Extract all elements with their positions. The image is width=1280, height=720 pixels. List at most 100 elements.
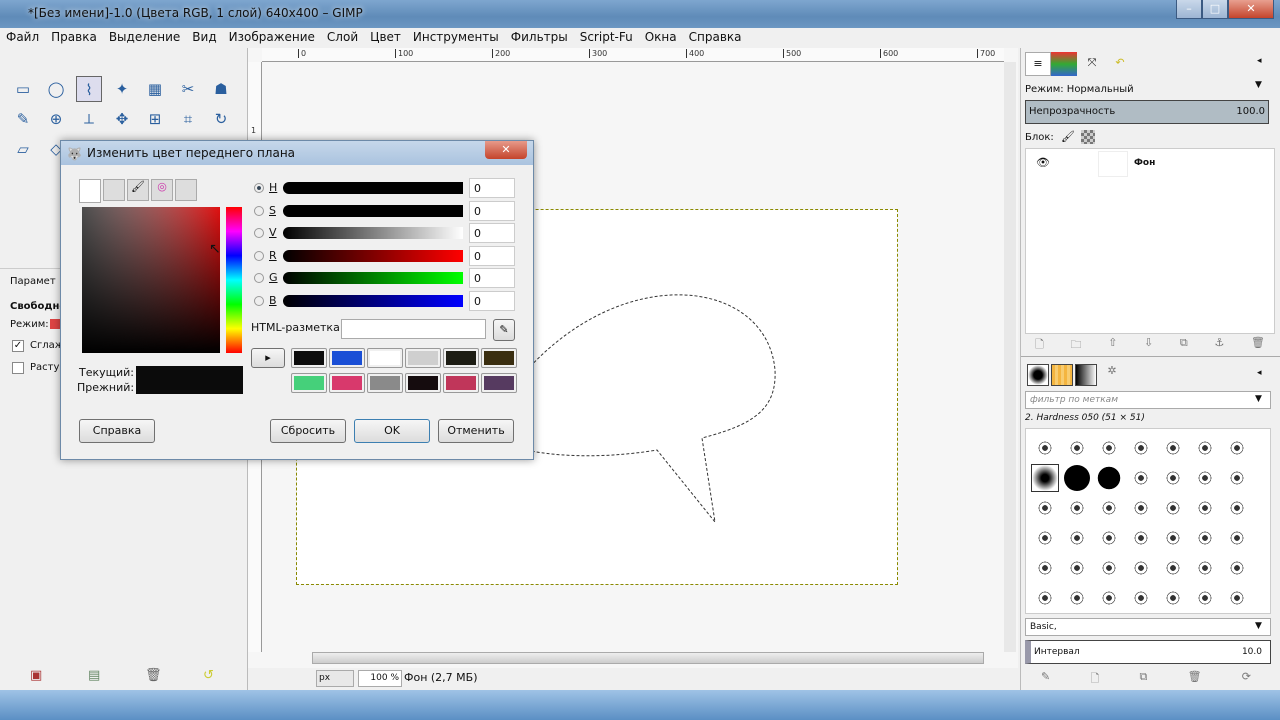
- horizontal-scrollbar[interactable]: [312, 652, 984, 664]
- delete-layer-icon[interactable]: 🗑: [1251, 336, 1265, 355]
- brush-item[interactable]: [1160, 435, 1186, 461]
- brush-item[interactable]: [1192, 555, 1218, 581]
- dialog-close-button[interactable]: ✕: [485, 141, 527, 159]
- move-tool-icon[interactable]: ✥: [109, 106, 135, 132]
- raise-layer-icon[interactable]: ⇧: [1108, 336, 1117, 355]
- zoom-select[interactable]: 100 %: [358, 670, 402, 687]
- reset-button[interactable]: Сбросить: [270, 419, 346, 443]
- brush-item[interactable]: [1064, 585, 1090, 611]
- brush-item[interactable]: [1096, 435, 1122, 461]
- delete-options-icon[interactable]: 🗑: [145, 668, 162, 683]
- channel-radio-s[interactable]: [254, 205, 264, 216]
- brush-item[interactable]: [1032, 495, 1058, 521]
- brush-preset-select[interactable]: Basic,: [1025, 618, 1271, 636]
- menu-help[interactable]: Справка: [683, 28, 748, 44]
- menu-select[interactable]: Выделение: [103, 28, 186, 44]
- color-history-swatch[interactable]: [405, 348, 441, 368]
- mode-dropdown-icon[interactable]: ▼: [1255, 80, 1262, 90]
- menu-image[interactable]: Изображение: [223, 28, 321, 44]
- brush-item[interactable]: [1192, 495, 1218, 521]
- close-button[interactable]: ✕: [1228, 0, 1274, 19]
- tag-filter-dropdown-icon[interactable]: ▼: [1255, 394, 1262, 404]
- eye-icon[interactable]: 👁: [1036, 156, 1050, 169]
- brush-item[interactable]: [1160, 525, 1186, 551]
- brush-item[interactable]: [1096, 465, 1122, 491]
- color-picker-tool-icon[interactable]: ✎: [10, 106, 36, 132]
- channel-radio-v[interactable]: [254, 228, 264, 238]
- channel-value-b[interactable]: 0: [469, 290, 515, 311]
- tab-brushes[interactable]: [1027, 364, 1049, 386]
- brush-item[interactable]: [1032, 525, 1058, 551]
- color-history-swatch[interactable]: [367, 348, 403, 368]
- brush-item[interactable]: [1224, 585, 1250, 611]
- menu-colors[interactable]: Цвет: [364, 28, 407, 44]
- channel-value-h[interactable]: 0: [469, 178, 515, 198]
- tab-paint-icon[interactable]: 🖌: [127, 179, 149, 201]
- brush-item[interactable]: [1128, 525, 1154, 551]
- ok-button[interactable]: OK: [354, 419, 430, 443]
- reset-options-icon[interactable]: ↺: [203, 668, 214, 683]
- brush-item[interactable]: [1192, 525, 1218, 551]
- brush-item[interactable]: [1160, 465, 1186, 491]
- brush-item[interactable]: [1064, 435, 1090, 461]
- brush-item[interactable]: [1224, 525, 1250, 551]
- cancel-button[interactable]: Отменить: [438, 419, 514, 443]
- tab-paths[interactable]: ⤧: [1079, 52, 1105, 76]
- brush-item[interactable]: [1192, 435, 1218, 461]
- brush-item[interactable]: [1192, 465, 1218, 491]
- brush-item[interactable]: [1224, 495, 1250, 521]
- brush-item[interactable]: [1128, 495, 1154, 521]
- rotate-tool-icon[interactable]: ↻: [208, 106, 234, 132]
- preset-dropdown-icon[interactable]: ▼: [1255, 621, 1262, 631]
- channel-radio-r[interactable]: [254, 250, 264, 261]
- opacity-slider[interactable]: Непрозрачность 100.0: [1025, 100, 1269, 124]
- fuzzy-select-tool-icon[interactable]: ✦: [109, 76, 135, 102]
- new-brush-icon[interactable]: 🗋: [1090, 670, 1099, 689]
- antialias-checkbox[interactable]: ✓: [12, 340, 24, 352]
- channel-slider-s[interactable]: [283, 204, 463, 217]
- rect-select-tool-icon[interactable]: ▭: [10, 76, 36, 102]
- brush-item[interactable]: [1032, 435, 1058, 461]
- tab-gradients[interactable]: [1075, 364, 1097, 386]
- brush-item[interactable]: [1096, 525, 1122, 551]
- menu-layer[interactable]: Слой: [321, 28, 364, 44]
- save-options-icon[interactable]: ▣: [30, 668, 42, 683]
- align-tool-icon[interactable]: ⊞: [142, 106, 168, 132]
- brush-item[interactable]: [1224, 465, 1250, 491]
- brush-item[interactable]: [1160, 585, 1186, 611]
- menu-file[interactable]: Файл: [0, 28, 45, 44]
- shear-tool-icon[interactable]: ▱: [10, 136, 36, 162]
- brush-item[interactable]: [1128, 435, 1154, 461]
- layer-group-icon[interactable]: 🗀: [1071, 336, 1082, 355]
- channel-value-v[interactable]: 0: [469, 223, 515, 243]
- brush-item[interactable]: [1032, 555, 1058, 581]
- unit-select[interactable]: px: [316, 670, 354, 687]
- tab-patterns[interactable]: [1051, 364, 1073, 386]
- tool-options-tab[interactable]: Парамет: [10, 276, 56, 287]
- menu-edit[interactable]: Правка: [45, 28, 103, 44]
- lock-alpha-icon[interactable]: [1081, 130, 1095, 144]
- brush-item[interactable]: [1192, 585, 1218, 611]
- brush-item[interactable]: [1128, 465, 1154, 491]
- measure-tool-icon[interactable]: ⟂: [76, 106, 102, 132]
- layer-name[interactable]: Фон: [1134, 158, 1155, 168]
- mode-select[interactable]: [50, 319, 60, 329]
- color-history-swatch[interactable]: [367, 373, 403, 393]
- hue-slider[interactable]: [226, 207, 242, 353]
- scissors-tool-icon[interactable]: ✂: [175, 76, 201, 102]
- restore-options-icon[interactable]: ▤: [88, 668, 100, 683]
- color-history-swatch[interactable]: [443, 373, 479, 393]
- help-button[interactable]: Справка: [79, 419, 155, 443]
- brush-item[interactable]: [1031, 464, 1059, 492]
- minimize-button[interactable]: –: [1176, 0, 1202, 19]
- zoom-tool-icon[interactable]: ⊕: [43, 106, 69, 132]
- tab-layers[interactable]: ≡: [1025, 52, 1051, 76]
- delete-brush-icon[interactable]: 🗑: [1188, 670, 1202, 689]
- channel-value-r[interactable]: 0: [469, 245, 515, 266]
- channel-radio-g[interactable]: [254, 273, 264, 283]
- menu-filters[interactable]: Фильтры: [505, 28, 574, 44]
- color-picker-button[interactable]: ✎: [493, 319, 515, 341]
- channel-radio-h[interactable]: [254, 183, 264, 193]
- brush-item[interactable]: [1224, 435, 1250, 461]
- color-history-swatch[interactable]: [291, 348, 327, 368]
